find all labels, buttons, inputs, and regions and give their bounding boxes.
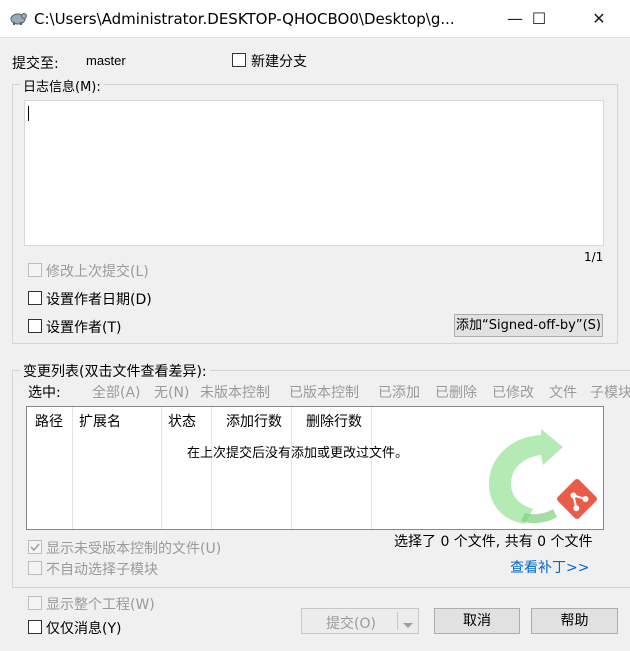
title-bar: C:\Users\Administrator.DESKTOP-QHOCBO0\D… bbox=[0, 0, 630, 38]
column-header-extension[interactable]: 扩展名 bbox=[79, 411, 121, 431]
close-button[interactable]: ✕ bbox=[576, 0, 622, 38]
no-auto-submodule-label: 不自动选择子模块 bbox=[46, 562, 158, 578]
commit-split-button[interactable]: 提交(O) bbox=[301, 608, 419, 634]
message-only-label: 仅仅消息(Y) bbox=[46, 621, 122, 637]
filter-deleted[interactable]: 已删除 bbox=[435, 382, 477, 402]
filter-submodules[interactable]: 子模块 bbox=[590, 382, 630, 402]
column-header-status[interactable]: 状态 bbox=[168, 411, 196, 431]
show-whole-project-checkbox[interactable] bbox=[28, 596, 42, 610]
new-branch-checkbox[interactable] bbox=[232, 53, 246, 67]
filter-versioned[interactable]: 已版本控制 bbox=[289, 382, 359, 402]
set-author-checkbox[interactable] bbox=[28, 319, 42, 333]
column-status: 状态 bbox=[162, 407, 212, 529]
amend-checkbox[interactable] bbox=[28, 263, 42, 277]
changes-group-label: 变更列表(双击文件查看差异): bbox=[20, 361, 210, 381]
column-header-added-lines[interactable]: 添加行数 bbox=[226, 411, 282, 431]
split-divider bbox=[397, 612, 398, 630]
set-author-date-checkbox[interactable] bbox=[28, 291, 42, 305]
column-header-deleted-lines[interactable]: 删除行数 bbox=[306, 411, 362, 431]
column-deleted-lines: 删除行数 bbox=[292, 407, 372, 529]
window-title: C:\Users\Administrator.DESKTOP-QHOCBO0\D… bbox=[34, 10, 454, 28]
amend-label: 修改上次提交(L) bbox=[46, 264, 149, 280]
cancel-button[interactable]: 取消 bbox=[434, 608, 520, 634]
select-label: 选中: bbox=[28, 385, 61, 401]
filter-modified[interactable]: 已修改 bbox=[492, 382, 534, 402]
commit-to-label: 提交至: bbox=[12, 56, 59, 72]
filter-added[interactable]: 已添加 bbox=[378, 382, 420, 402]
set-author-date-label: 设置作者日期(D) bbox=[46, 292, 152, 308]
view-patch-link[interactable]: 查看补丁>> bbox=[510, 557, 589, 577]
dropdown-arrow-icon[interactable] bbox=[402, 618, 414, 634]
branch-name: master bbox=[86, 53, 126, 68]
help-button[interactable]: 帮助 bbox=[531, 608, 618, 634]
show-unversioned-checkbox[interactable] bbox=[28, 540, 42, 554]
column-extension: 扩展名 bbox=[73, 407, 162, 529]
filter-all[interactable]: 全部(A) bbox=[92, 382, 141, 402]
filter-none[interactable]: 无(N) bbox=[154, 382, 189, 402]
message-only-checkbox[interactable] bbox=[28, 620, 42, 634]
new-branch-label: 新建分支 bbox=[251, 54, 307, 70]
maximize-button[interactable]: ☐ bbox=[516, 0, 562, 38]
show-unversioned-label: 显示未受版本控制的文件(U) bbox=[46, 541, 222, 557]
line-position: 1/1 bbox=[584, 250, 604, 264]
log-message-textarea[interactable] bbox=[24, 100, 604, 246]
selection-summary: 选择了 0 个文件, 共有 0 个文件 bbox=[394, 534, 593, 550]
file-list[interactable]: 路径 扩展名 状态 添加行数 删除行数 在上次提交后没有添加或更改过文件。 bbox=[26, 406, 604, 530]
filter-unversioned[interactable]: 未版本控制 bbox=[200, 382, 270, 402]
filter-files[interactable]: 文件 bbox=[549, 382, 577, 402]
add-signed-off-by-button[interactable]: 添加“Signed-off-by”(S) bbox=[454, 314, 603, 337]
show-whole-project-label: 显示整个工程(W) bbox=[46, 597, 155, 613]
column-header-path[interactable]: 路径 bbox=[35, 411, 63, 431]
text-cursor bbox=[28, 106, 29, 121]
no-auto-submodule-checkbox[interactable] bbox=[28, 561, 42, 575]
column-path: 路径 bbox=[27, 407, 73, 529]
git-logo-watermark bbox=[489, 429, 597, 524]
tortoise-git-icon bbox=[8, 9, 28, 31]
empty-list-message: 在上次提交后没有添加或更改过文件。 bbox=[187, 446, 409, 461]
commit-button-label[interactable]: 提交(O) bbox=[326, 613, 376, 633]
column-added-lines: 添加行数 bbox=[212, 407, 292, 529]
log-group-label: 日志信息(M): bbox=[20, 76, 104, 95]
set-author-label: 设置作者(T) bbox=[46, 320, 122, 336]
